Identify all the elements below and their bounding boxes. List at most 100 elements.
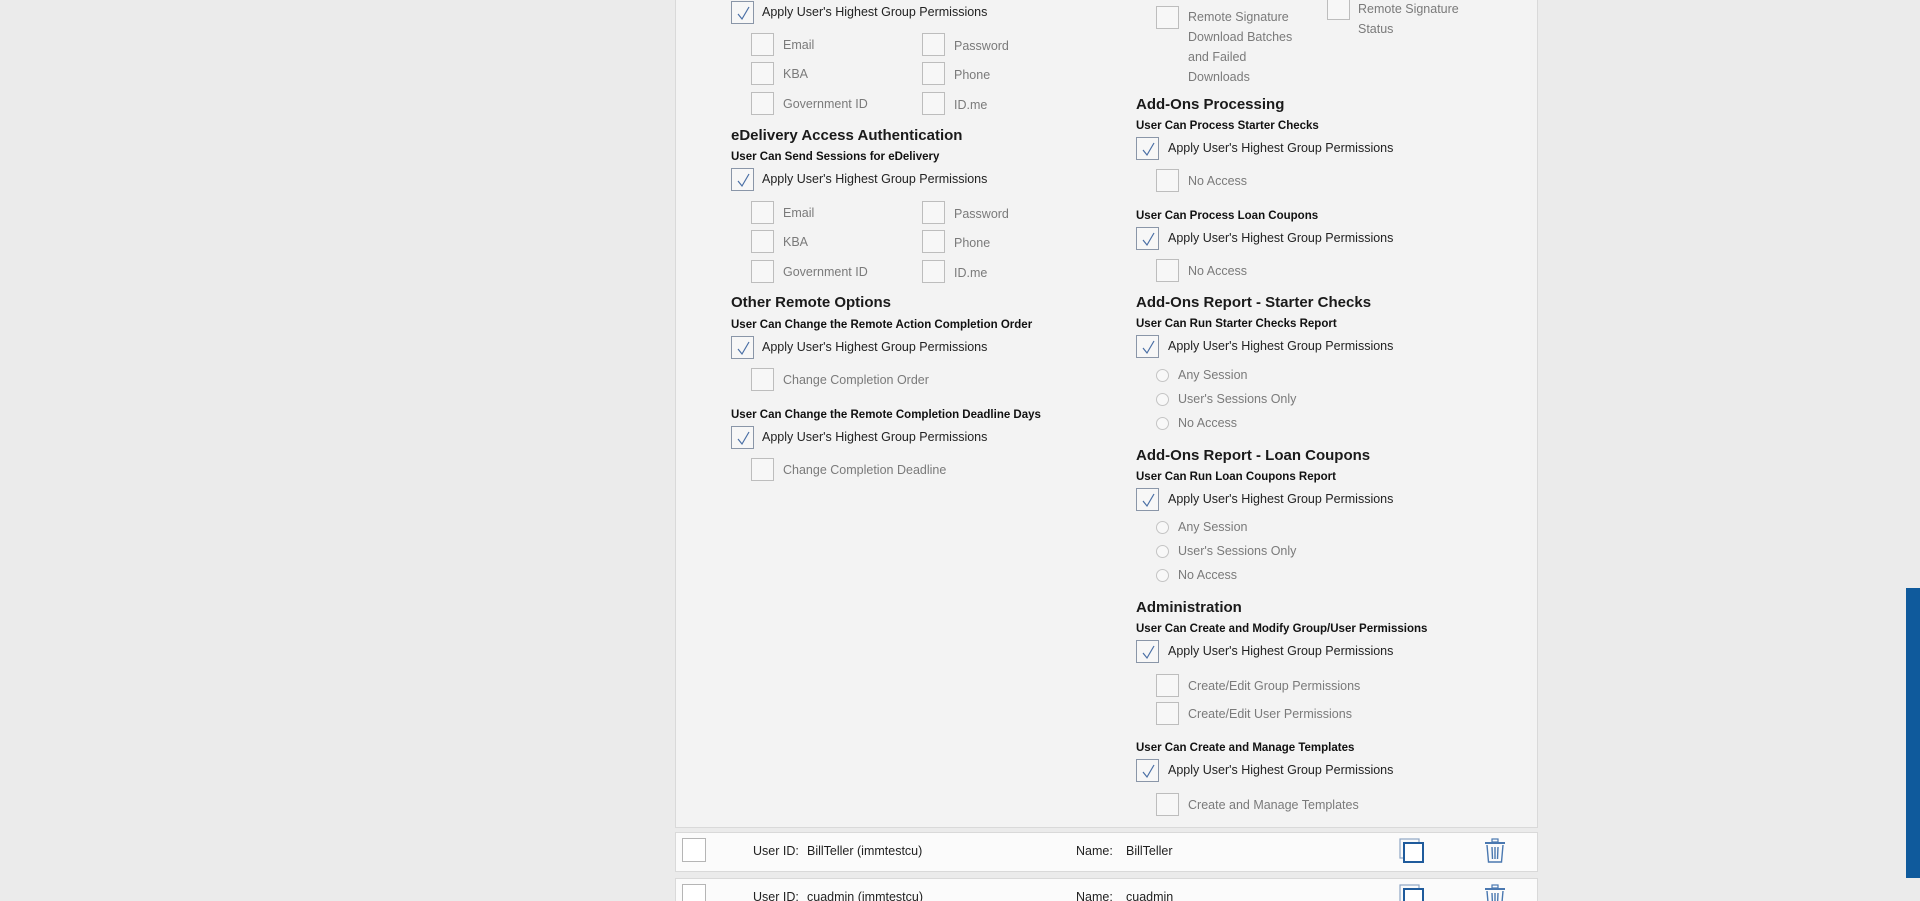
report-loan-perm-label: User Can Run Loan Coupons Report (1136, 471, 1336, 483)
check-icon (1142, 764, 1155, 779)
templates-apply-label: Apply User's Highest Group Permissions (1168, 763, 1394, 777)
create-edit-group-checkbox[interactable] (1156, 674, 1179, 697)
idme-label: ID.me (954, 98, 988, 112)
other-remote-section-title: Other Remote Options (731, 294, 892, 311)
copy-icon[interactable] (1398, 884, 1424, 901)
email-label: Email (783, 38, 815, 52)
create-edit-user-label: Create/Edit User Permissions (1188, 707, 1352, 721)
change-completion-order-label: Change Completion Order (783, 373, 929, 387)
report-starter-perm-label: User Can Run Starter Checks Report (1136, 318, 1337, 330)
remote-signature-download-label: Remote Signature Download Batches and Fa… (1188, 10, 1293, 84)
check-icon (737, 431, 750, 446)
password-checkbox[interactable] (922, 33, 945, 56)
email-checkbox[interactable] (751, 33, 774, 56)
report-starter-apply-checkbox[interactable] (1136, 335, 1159, 358)
create-edit-user-checkbox[interactable] (1156, 702, 1179, 725)
check-icon (1142, 232, 1155, 247)
completion-order-apply-checkbox[interactable] (731, 336, 754, 359)
report-starter-no-access-label: No Access (1178, 416, 1238, 430)
report-loan-apply-label: Apply User's Highest Group Permissions (1168, 492, 1394, 506)
loan-coupons-no-access-checkbox[interactable] (1156, 259, 1179, 282)
edelivery-idme-checkbox[interactable] (922, 260, 945, 283)
group-user-apply-label: Apply User's Highest Group Permissions (1168, 644, 1394, 658)
user-row[interactable]: User ID: cuadmin (immtestcu) Name: cuadm… (675, 878, 1538, 901)
addons-processing-title: Add-Ons Processing (1136, 96, 1285, 113)
user-name-label: Name: (1076, 890, 1113, 901)
loan-coupons-no-access-label: No Access (1188, 264, 1248, 278)
completion-order-apply-label: Apply User's Highest Group Permissions (762, 340, 988, 354)
apply-group-permissions-label: Apply User's Highest Group Permissions (762, 5, 988, 19)
edelivery-password-label: Password (954, 207, 1009, 221)
loan-coupons-apply-checkbox[interactable] (1136, 227, 1159, 250)
check-icon (1142, 645, 1155, 660)
user-name-value: BillTeller (1126, 844, 1173, 858)
trash-icon[interactable] (1484, 884, 1506, 901)
edelivery-government-id-checkbox[interactable] (751, 260, 774, 283)
report-loan-title: Add-Ons Report - Loan Coupons (1136, 447, 1371, 464)
change-completion-order-checkbox[interactable] (751, 368, 774, 391)
report-starter-user-sessions-label: User's Sessions Only (1178, 392, 1297, 406)
templates-apply-checkbox[interactable] (1136, 759, 1159, 782)
user-id-value: cuadmin (immtestcu) (807, 890, 923, 901)
edelivery-perm-label: User Can Send Sessions for eDelivery (731, 151, 940, 163)
user-row[interactable]: User ID: BillTeller (immtestcu) Name: Bi… (675, 832, 1538, 872)
user-id-label: User ID: (753, 890, 799, 901)
starter-checks-apply-label: Apply User's Highest Group Permissions (1168, 141, 1394, 155)
starter-checks-no-access-label: No Access (1188, 174, 1248, 188)
check-icon (737, 341, 750, 356)
copy-icon[interactable] (1398, 838, 1424, 869)
password-label: Password (954, 39, 1009, 53)
trash-icon[interactable] (1484, 838, 1506, 869)
report-loan-apply-checkbox[interactable] (1136, 488, 1159, 511)
report-loan-user-sessions-radio[interactable] (1156, 545, 1169, 558)
remote-signature-status-label: Remote Signature Status (1358, 2, 1459, 36)
report-starter-no-access-radio[interactable] (1156, 417, 1169, 430)
edelivery-email-checkbox[interactable] (751, 201, 774, 224)
edelivery-password-checkbox[interactable] (922, 201, 945, 224)
report-starter-any-session-radio[interactable] (1156, 369, 1169, 382)
remote-signature-download-checkbox[interactable] (1156, 6, 1179, 29)
edelivery-apply-checkbox[interactable] (731, 168, 754, 191)
starter-checks-apply-checkbox[interactable] (1136, 137, 1159, 160)
check-icon (1142, 493, 1155, 508)
starter-checks-perm-label: User Can Process Starter Checks (1136, 120, 1319, 132)
report-loan-any-session-radio[interactable] (1156, 521, 1169, 534)
government-id-checkbox[interactable] (751, 92, 774, 115)
user-row-select-checkbox[interactable] (682, 838, 706, 862)
edelivery-kba-label: KBA (783, 235, 809, 249)
report-loan-user-sessions-label: User's Sessions Only (1178, 544, 1297, 558)
check-icon (1142, 340, 1155, 355)
user-name-label: Name: (1076, 844, 1113, 858)
phone-checkbox[interactable] (922, 62, 945, 85)
user-id-label: User ID: (753, 844, 799, 858)
edelivery-phone-checkbox[interactable] (922, 230, 945, 253)
edelivery-section-title: eDelivery Access Authentication (731, 127, 963, 144)
report-starter-user-sessions-radio[interactable] (1156, 393, 1169, 406)
user-name-value: cuadmin (1126, 890, 1174, 901)
starter-checks-no-access-checkbox[interactable] (1156, 169, 1179, 192)
loan-coupons-perm-label: User Can Process Loan Coupons (1136, 210, 1319, 222)
check-icon (1142, 142, 1155, 157)
change-completion-deadline-checkbox[interactable] (751, 458, 774, 481)
group-user-apply-checkbox[interactable] (1136, 640, 1159, 663)
scrollbar-thumb[interactable] (1906, 588, 1920, 878)
remote-signature-status-checkbox[interactable] (1327, 0, 1350, 20)
create-manage-templates-checkbox[interactable] (1156, 793, 1179, 816)
completion-deadline-apply-label: Apply User's Highest Group Permissions (762, 430, 988, 444)
change-completion-deadline-label: Change Completion Deadline (783, 463, 947, 477)
report-starter-any-session-label: Any Session (1178, 368, 1248, 382)
create-manage-templates-label: Create and Manage Templates (1188, 798, 1359, 812)
create-edit-group-label: Create/Edit Group Permissions (1188, 679, 1361, 693)
check-icon (737, 173, 750, 188)
user-row-select-checkbox[interactable] (682, 884, 706, 901)
kba-checkbox[interactable] (751, 62, 774, 85)
edelivery-kba-checkbox[interactable] (751, 230, 774, 253)
administration-title: Administration (1136, 599, 1242, 616)
apply-group-permissions-checkbox[interactable] (731, 1, 754, 24)
report-loan-no-access-radio[interactable] (1156, 569, 1169, 582)
edelivery-apply-label: Apply User's Highest Group Permissions (762, 172, 988, 186)
kba-label: KBA (783, 67, 809, 81)
idme-checkbox[interactable] (922, 92, 945, 115)
user-id-value: BillTeller (immtestcu) (807, 844, 923, 858)
completion-deadline-apply-checkbox[interactable] (731, 426, 754, 449)
